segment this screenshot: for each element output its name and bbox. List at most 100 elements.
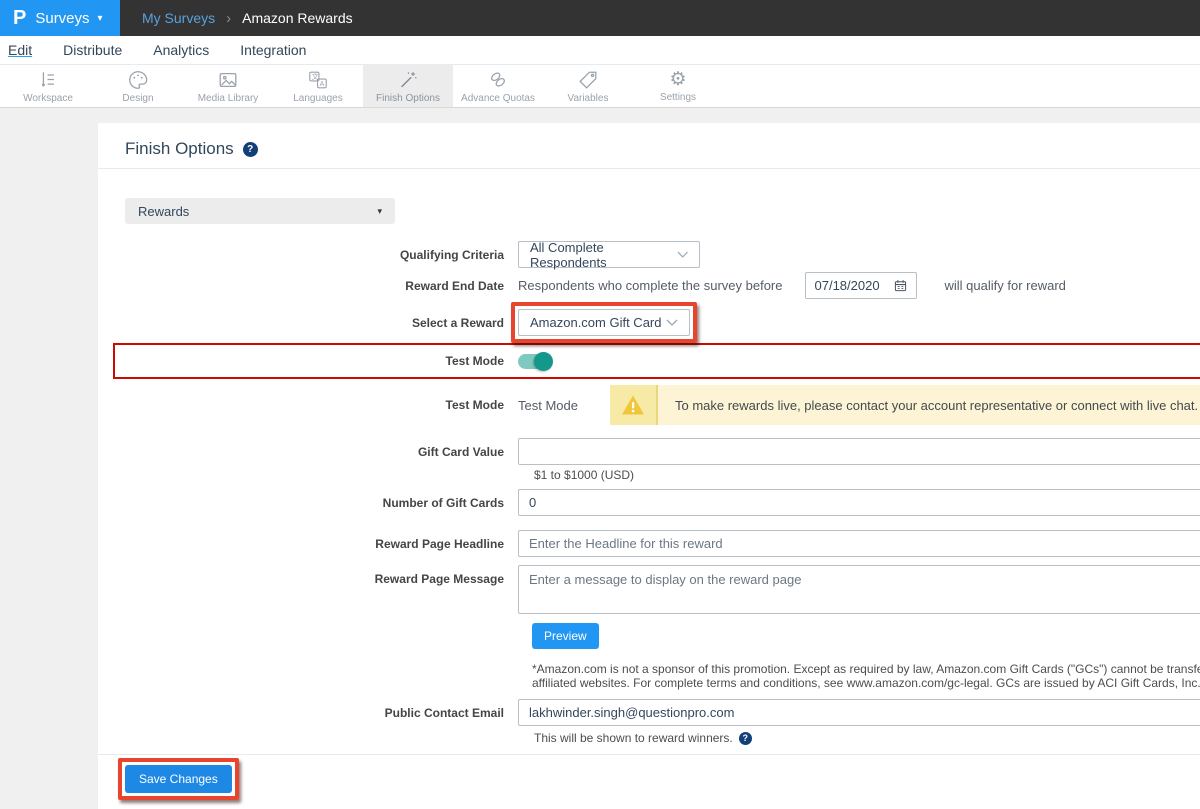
nav-tab-integration[interactable]: Integration <box>240 42 306 58</box>
public-contact-email-row: Public Contact Email <box>98 699 1200 726</box>
public-contact-email-helper: This will be shown to reward winners. ? <box>534 731 1200 745</box>
test-mode-status-label: Test Mode <box>98 398 518 412</box>
divider <box>98 168 1200 169</box>
help-icon[interactable]: ? <box>243 142 258 157</box>
preview-button[interactable]: Preview <box>532 623 599 649</box>
caret-down-icon: ▾ <box>377 206 382 217</box>
disclaimer-line-2: affiliated websites. For complete terms … <box>532 677 1200 691</box>
toolbar-item-media-library[interactable]: Media Library <box>183 65 273 107</box>
select-reward-select[interactable]: Amazon.com Gift Card <box>518 309 690 336</box>
nav-tab-analytics[interactable]: Analytics <box>153 42 209 58</box>
reward-end-date-input[interactable]: 07/18/2020 <box>805 272 917 299</box>
red-annotation-box: Amazon.com Gift Card <box>511 302 697 343</box>
reward-end-date-value: 07/18/2020 <box>815 278 880 293</box>
toolbar-item-label: Advance Quotas <box>461 93 535 104</box>
breadcrumb-my-surveys[interactable]: My Surveys <box>142 10 215 26</box>
reward-end-date-row: Reward End Date Respondents who complete… <box>98 272 1200 299</box>
warning-icon-cell <box>610 385 656 425</box>
toolbar-item-advance-quotas[interactable]: Advance Quotas <box>453 65 543 107</box>
toggle-knob <box>534 352 553 371</box>
email-helper-text: This will be shown to reward winners. <box>534 731 733 745</box>
gift-card-value-input[interactable] <box>518 438 1200 465</box>
chevron-down-icon <box>677 251 688 258</box>
toolbar-item-variables[interactable]: Variables <box>543 65 633 107</box>
reward-page-headline-label: Reward Page Headline <box>98 537 518 551</box>
qualifying-criteria-label: Qualifying Criteria <box>98 248 518 262</box>
media-library-icon <box>217 69 239 91</box>
reward-page-message-row: Reward Page Message <box>98 565 1200 614</box>
languages-icon: 文 A <box>307 69 329 91</box>
top-header-bar: P Surveys ▾ My Surveys › Amazon Rewards <box>0 0 1200 36</box>
surveys-finish-options-page: P Surveys ▾ My Surveys › Amazon Rewards … <box>0 0 1200 809</box>
warning-triangle-icon <box>620 393 646 417</box>
workspace-icon <box>37 69 59 91</box>
calendar-icon[interactable] <box>894 279 907 292</box>
number-of-gift-cards-label: Number of Gift Cards <box>98 496 518 510</box>
gift-card-value-label: Gift Card Value <box>98 445 518 459</box>
select-reward-row: Select a Reward Amazon.com Gift Card <box>98 302 1200 343</box>
reward-end-date-label: Reward End Date <box>98 279 518 293</box>
qualifying-criteria-row: Qualifying Criteria All Complete Respond… <box>98 241 1200 268</box>
reward-end-date-prefix: Respondents who complete the survey befo… <box>518 278 783 293</box>
design-palette-icon <box>127 69 149 91</box>
test-mode-label: Test Mode <box>115 354 518 368</box>
reward-page-message-label: Reward Page Message <box>98 572 518 586</box>
qualifying-criteria-select[interactable]: All Complete Respondents <box>518 241 700 268</box>
svg-text:A: A <box>320 81 325 88</box>
nav-tab-distribute[interactable]: Distribute <box>63 42 122 58</box>
red-annotation-box: Save Changes <box>118 758 239 800</box>
product-switcher[interactable]: P Surveys ▾ <box>0 0 120 36</box>
test-mode-toggle[interactable] <box>518 354 551 369</box>
chain-links-icon <box>487 69 509 91</box>
disclaimer-line-1: *Amazon.com is not a sponsor of this pro… <box>532 663 1200 677</box>
toolbar-item-label: Settings <box>660 92 696 103</box>
select-reward-label: Select a Reward <box>98 316 518 330</box>
gift-card-value-helper: $1 to $1000 (USD) <box>534 468 1200 482</box>
magic-wand-icon <box>397 69 419 91</box>
gift-card-value-row: Gift Card Value <box>98 438 1200 465</box>
public-contact-email-input[interactable] <box>518 699 1200 726</box>
toolbar-item-design[interactable]: Design <box>93 65 183 107</box>
product-name: Surveys <box>35 10 89 27</box>
chevron-down-icon <box>666 319 678 326</box>
toolbar-item-finish-options[interactable]: Finish Options <box>363 65 453 107</box>
toolbar-item-settings[interactable]: ⚙ Settings <box>633 65 723 107</box>
red-annotation-row: Test Mode <box>113 343 1200 379</box>
breadcrumb: My Surveys › Amazon Rewards <box>120 0 353 36</box>
select-reward-value: Amazon.com Gift Card <box>530 315 662 330</box>
questionpro-logo-icon: P <box>13 7 26 30</box>
rewards-dropdown-value: Rewards <box>138 204 189 219</box>
section-nav: Edit Distribute Analytics Integration <box>0 36 1200 65</box>
toolbar-item-workspace[interactable]: Workspace <box>3 65 93 107</box>
number-of-gift-cards-row: Number of Gift Cards <box>98 489 1200 516</box>
warning-message: To make rewards live, please contact you… <box>658 385 1200 425</box>
toolbar-item-label: Languages <box>293 93 343 104</box>
toolbar-item-label: Design <box>122 93 153 104</box>
finish-options-panel: Finish Options ? Rewards ▾ Qualifying Cr… <box>98 123 1200 809</box>
test-mode-warning-banner: To make rewards live, please contact you… <box>610 385 1200 425</box>
toolbar-item-languages[interactable]: 文 A Languages <box>273 65 363 107</box>
test-mode-status-value: Test Mode <box>518 398 578 413</box>
qualifying-criteria-value: All Complete Respondents <box>530 240 677 270</box>
public-contact-email-label: Public Contact Email <box>98 706 518 720</box>
nav-tab-edit[interactable]: Edit <box>8 42 32 58</box>
rewards-section-dropdown[interactable]: Rewards ▾ <box>125 198 395 224</box>
tag-icon <box>577 69 599 91</box>
breadcrumb-current-survey: Amazon Rewards <box>242 10 353 26</box>
help-icon[interactable]: ? <box>739 732 752 745</box>
reward-page-headline-row: Reward Page Headline <box>98 530 1200 557</box>
toolbar-item-label: Finish Options <box>376 93 440 104</box>
svg-text:文: 文 <box>312 72 319 81</box>
save-changes-button[interactable]: Save Changes <box>125 765 232 793</box>
reward-page-headline-input[interactable] <box>518 530 1200 557</box>
amazon-disclaimer: *Amazon.com is not a sponsor of this pro… <box>532 663 1200 690</box>
gear-icon: ⚙ <box>669 70 686 90</box>
reward-end-date-suffix: will qualify for reward <box>945 278 1066 293</box>
test-mode-status-row: Test Mode Test Mode To make rewards live… <box>98 385 1200 425</box>
number-of-gift-cards-input[interactable] <box>518 489 1200 516</box>
page-title: Finish Options <box>125 139 234 159</box>
toolbar-item-label: Media Library <box>198 93 259 104</box>
toolbar-item-label: Workspace <box>23 93 73 104</box>
reward-page-message-textarea[interactable] <box>518 565 1200 614</box>
edit-toolbar: Workspace Design Media Library <box>0 65 1200 108</box>
